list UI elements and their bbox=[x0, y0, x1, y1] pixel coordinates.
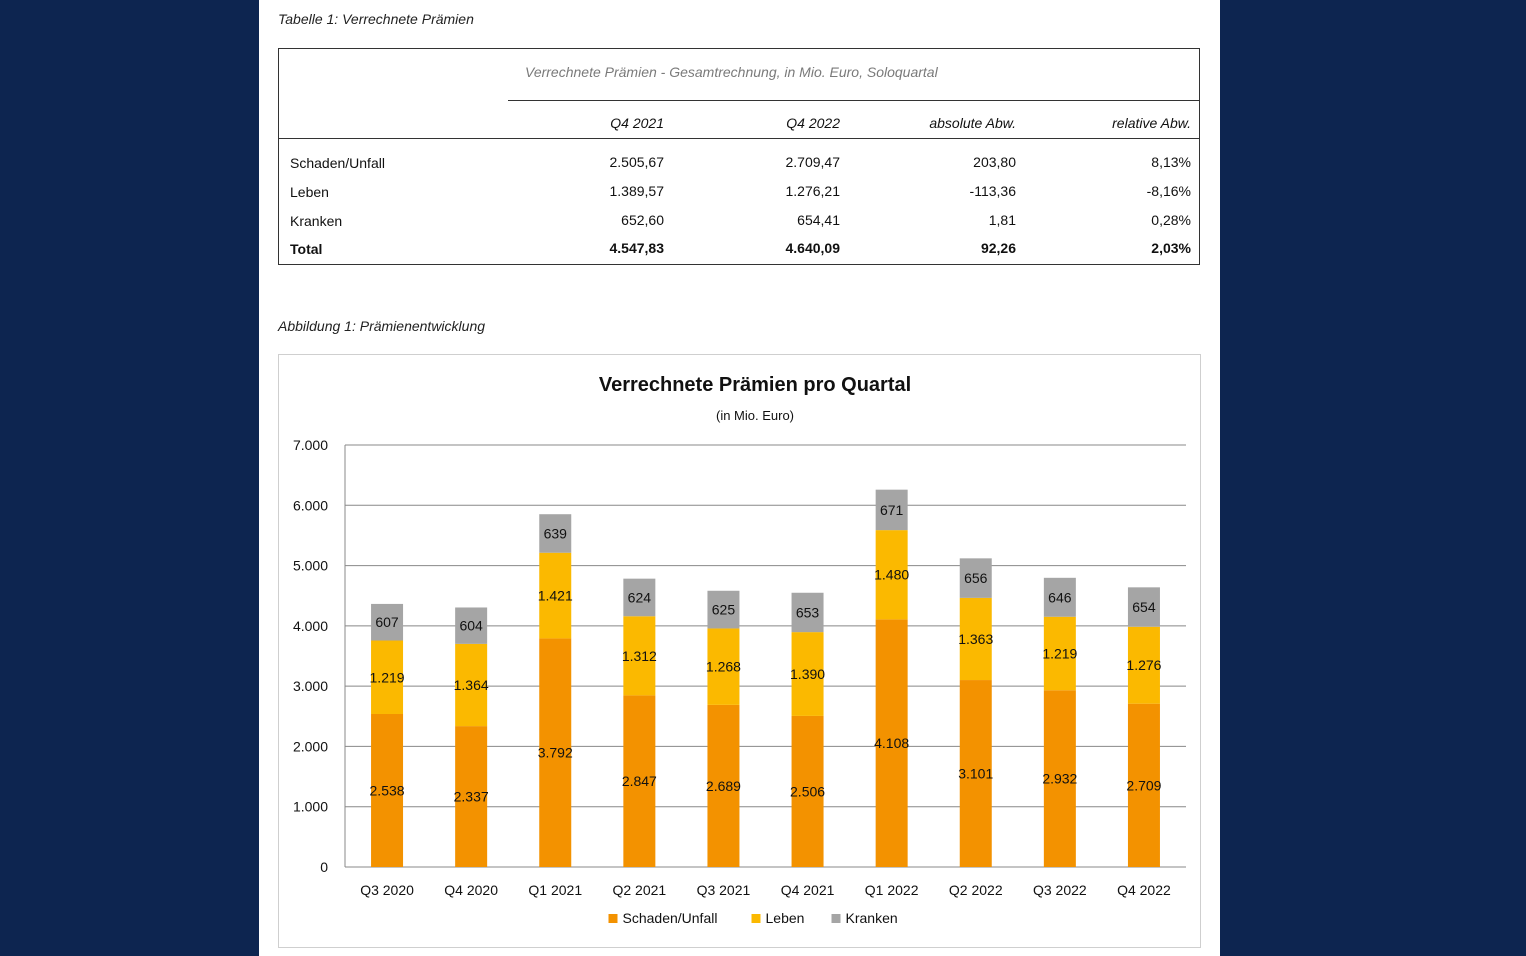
x-tick-label: Q4 2021 bbox=[781, 882, 835, 898]
x-tick-label: Q1 2021 bbox=[528, 882, 582, 898]
table-caption: Tabelle 1: Verrechnete Prämien bbox=[278, 11, 474, 27]
cell-value: 0,28% bbox=[1151, 212, 1191, 228]
data-label: 604 bbox=[459, 618, 483, 634]
data-label: 3.101 bbox=[958, 766, 993, 782]
chart-canvas: Verrechnete Prämien pro Quartal (in Mio.… bbox=[293, 374, 1186, 926]
cell-value: 4.547,83 bbox=[609, 240, 665, 256]
x-tick-label: Q4 2022 bbox=[1117, 882, 1171, 898]
data-label: 2.847 bbox=[622, 773, 657, 789]
data-label: 671 bbox=[880, 502, 904, 518]
data-label: 1.364 bbox=[454, 677, 489, 693]
data-label: 625 bbox=[712, 602, 736, 618]
cell-value: 92,26 bbox=[980, 240, 1016, 256]
x-tick-label: Q3 2021 bbox=[697, 882, 751, 898]
y-tick-label: 5.000 bbox=[293, 558, 328, 574]
data-label: 1.219 bbox=[1042, 645, 1077, 661]
row-label: Leben bbox=[290, 184, 329, 200]
x-tick-label: Q3 2020 bbox=[360, 882, 414, 898]
data-label: 1.268 bbox=[706, 659, 741, 675]
row-label: Kranken bbox=[290, 213, 343, 229]
figure-caption: Abbildung 1: Prämienentwicklung bbox=[278, 318, 486, 334]
cell-value: 654,41 bbox=[797, 212, 840, 228]
cell-value: 2,03% bbox=[1151, 240, 1191, 256]
data-label: 2.689 bbox=[706, 778, 741, 794]
data-label: 2.337 bbox=[454, 789, 489, 805]
y-tick-label: 2.000 bbox=[293, 738, 328, 754]
data-label: 2.506 bbox=[790, 783, 825, 799]
y-tick-label: 1.000 bbox=[293, 799, 328, 815]
legend-swatch bbox=[831, 914, 841, 923]
cell-value: 8,13% bbox=[1151, 154, 1191, 170]
legend-label: Kranken bbox=[846, 910, 898, 926]
x-tick-label: Q2 2022 bbox=[949, 882, 1003, 898]
cell-value: 652,60 bbox=[621, 212, 664, 228]
data-label: 646 bbox=[1048, 589, 1072, 605]
cell-value: 1.276,21 bbox=[785, 183, 841, 199]
legend-label: Leben bbox=[766, 910, 805, 926]
premium-table: Verrechnete Prämien - Gesamtrechnung, in… bbox=[278, 48, 1200, 265]
x-tick-label: Q2 2021 bbox=[612, 882, 666, 898]
col-header-relative: relative Abw. bbox=[1112, 115, 1191, 131]
data-label: 1.312 bbox=[622, 648, 657, 664]
data-label: 3.792 bbox=[538, 745, 573, 761]
data-label: 1.219 bbox=[370, 669, 405, 685]
col-header-q4-2022: Q4 2022 bbox=[786, 115, 840, 131]
cell-value: 1,81 bbox=[988, 212, 1016, 228]
data-label: 1.390 bbox=[790, 666, 825, 682]
data-label: 1.480 bbox=[874, 567, 909, 583]
header-divider bbox=[508, 100, 1200, 101]
data-label: 624 bbox=[628, 589, 652, 605]
data-label: 4.108 bbox=[874, 735, 909, 751]
data-label: 653 bbox=[796, 604, 820, 620]
cell-value: 1.389,57 bbox=[609, 183, 665, 199]
y-tick-label: 3.000 bbox=[293, 678, 328, 694]
data-label: 1.363 bbox=[958, 631, 993, 647]
x-tick-label: Q4 2020 bbox=[444, 882, 498, 898]
data-label: 2.538 bbox=[370, 782, 405, 798]
y-tick-label: 6.000 bbox=[293, 497, 328, 513]
row-label: Total bbox=[290, 241, 323, 257]
cell-value: 4.640,09 bbox=[785, 240, 841, 256]
x-tick-label: Q3 2022 bbox=[1033, 882, 1087, 898]
row-label: Schaden/Unfall bbox=[290, 155, 385, 171]
data-label: 654 bbox=[1132, 599, 1156, 615]
col-header-q4-2021: Q4 2021 bbox=[610, 115, 664, 131]
y-tick-label: 0 bbox=[320, 859, 328, 875]
document-page: Tabelle 1: Verrechnete Prämien Verrechne… bbox=[259, 0, 1220, 956]
legend-swatch bbox=[751, 914, 761, 923]
cell-value: 2.505,67 bbox=[609, 154, 665, 170]
cell-value: -113,36 bbox=[969, 183, 1016, 199]
col-header-absolute: absolute Abw. bbox=[929, 115, 1016, 131]
data-label: 2.709 bbox=[1126, 777, 1161, 793]
data-label: 656 bbox=[964, 570, 988, 586]
chart-title: Verrechnete Prämien pro Quartal bbox=[599, 374, 911, 396]
cell-value: 203,80 bbox=[973, 154, 1016, 170]
data-label: 1.421 bbox=[538, 588, 573, 604]
y-tick-label: 7.000 bbox=[293, 437, 328, 453]
data-label: 1.276 bbox=[1126, 657, 1161, 673]
data-label: 2.932 bbox=[1042, 771, 1077, 787]
legend-label: Schaden/Unfall bbox=[623, 910, 718, 926]
x-tick-label: Q1 2022 bbox=[865, 882, 919, 898]
data-label: 607 bbox=[375, 614, 399, 630]
legend-swatch bbox=[608, 914, 618, 923]
cell-value: 2.709,47 bbox=[785, 154, 841, 170]
premium-chart: Verrechnete Prämien pro Quartal (in Mio.… bbox=[278, 354, 1201, 948]
y-tick-label: 4.000 bbox=[293, 618, 328, 634]
cell-value: -8,16% bbox=[1146, 183, 1191, 199]
chart-subtitle: (in Mio. Euro) bbox=[716, 408, 794, 423]
table-title: Verrechnete Prämien - Gesamtrechnung, in… bbox=[525, 64, 938, 80]
column-header-divider bbox=[279, 138, 1200, 139]
data-label: 639 bbox=[544, 525, 568, 541]
